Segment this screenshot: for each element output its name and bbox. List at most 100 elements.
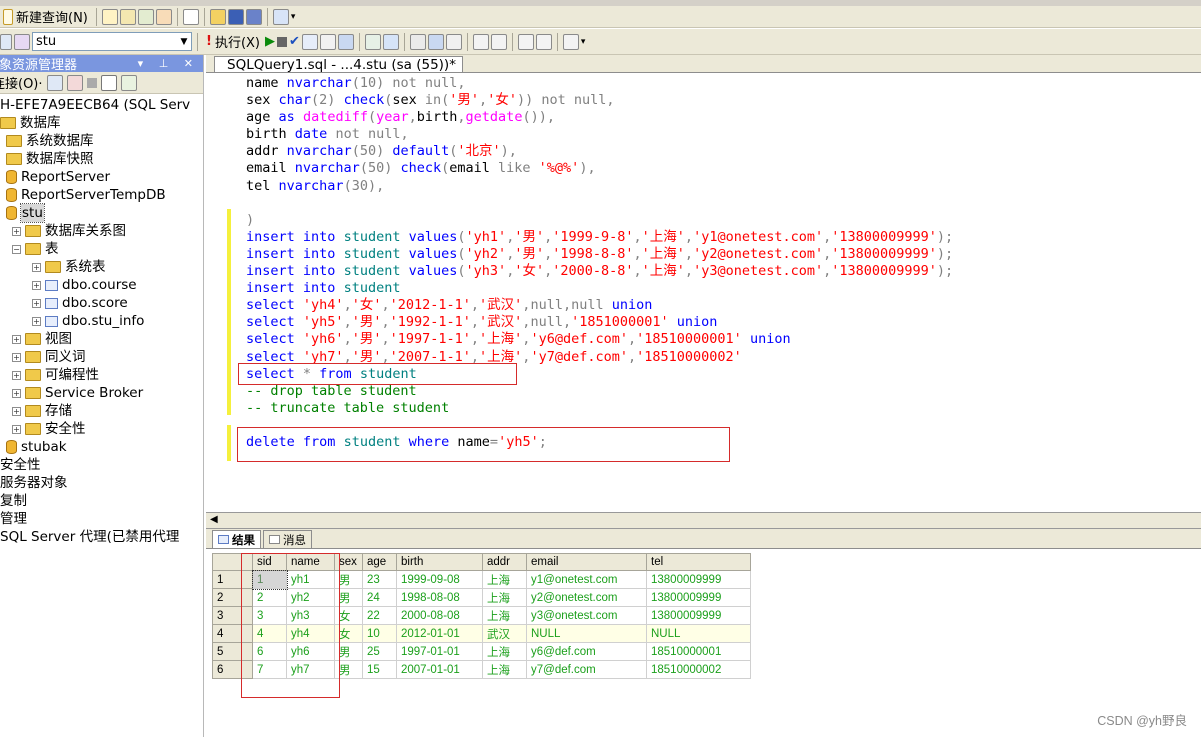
grid-cell[interactable]: 13800009999 bbox=[646, 570, 751, 589]
grid-cell[interactable]: 上海 bbox=[482, 642, 527, 661]
tree-node[interactable]: H-EFE7A9EECB64 (SQL Serv bbox=[0, 96, 190, 114]
tree-node[interactable]: + 可编程性 bbox=[12, 366, 99, 384]
grid-cell[interactable]: 上海 bbox=[482, 606, 527, 625]
tab-results[interactable]: 结果 bbox=[212, 530, 261, 548]
expand-icon[interactable]: + bbox=[12, 352, 21, 362]
tree-node[interactable]: + 视图 bbox=[12, 330, 72, 348]
expand-icon[interactable]: + bbox=[32, 316, 41, 326]
collapse-arrow-icon[interactable]: ◀ bbox=[210, 514, 218, 525]
grid-cell[interactable]: NULL bbox=[646, 624, 751, 643]
filter-icon[interactable] bbox=[100, 74, 117, 91]
results-to-grid-icon[interactable] bbox=[337, 33, 354, 50]
tree-node[interactable]: SQL Server 代理(已禁用代理 bbox=[0, 528, 179, 546]
grid-cell[interactable]: y6@def.com bbox=[526, 642, 647, 661]
tree-node[interactable]: + 安全性 bbox=[12, 420, 86, 438]
tree-node[interactable]: 复制 bbox=[0, 492, 27, 510]
decrease-indent-icon[interactable] bbox=[517, 33, 534, 50]
grid-cell[interactable]: y1@onetest.com bbox=[526, 570, 647, 589]
column-header-birth[interactable]: birth bbox=[396, 553, 483, 571]
database-engine-query-icon[interactable] bbox=[101, 8, 118, 25]
include-plan-icon[interactable] bbox=[382, 33, 399, 50]
toolbar-overflow-icon[interactable]: ▾ bbox=[291, 12, 296, 22]
intellisense-icon[interactable] bbox=[364, 33, 381, 50]
tree-node[interactable]: − 表 bbox=[12, 240, 59, 258]
column-header-addr[interactable]: addr bbox=[482, 553, 527, 571]
tab-sqlquery1[interactable]: SQLQuery1.sql - ...4.stu (sa (55))* bbox=[214, 56, 463, 73]
column-header-tel[interactable]: tel bbox=[646, 553, 751, 571]
panel-controls[interactable]: ▾ ⊥ ✕ bbox=[138, 57, 199, 70]
save-icon[interactable] bbox=[227, 8, 244, 25]
tree-node[interactable]: 安全性 bbox=[0, 456, 41, 474]
tree-node[interactable]: + 存储 bbox=[12, 402, 72, 420]
grid-cell[interactable]: 2012-01-01 bbox=[396, 624, 483, 643]
tree-node[interactable]: + dbo.course bbox=[32, 276, 137, 294]
tree-node[interactable]: 管理 bbox=[0, 510, 27, 528]
grid-cell[interactable]: 25 bbox=[362, 642, 397, 661]
connect-icon[interactable] bbox=[0, 33, 12, 50]
new-query-button[interactable]: 新建查询(N) bbox=[0, 7, 91, 27]
grid-cell[interactable]: 13800009999 bbox=[646, 606, 751, 625]
expand-icon[interactable]: + bbox=[12, 334, 21, 344]
uncomment-lines-icon[interactable] bbox=[490, 33, 507, 50]
tree-node[interactable]: stu bbox=[6, 203, 45, 223]
column-header-age[interactable]: age bbox=[362, 553, 397, 571]
grid-cell[interactable]: 1999-09-08 bbox=[396, 570, 483, 589]
tree-node[interactable]: 系统数据库 bbox=[6, 132, 94, 150]
expand-icon[interactable]: + bbox=[12, 424, 21, 434]
grid-cell[interactable]: 18510000001 bbox=[646, 642, 751, 661]
tree-node[interactable]: + dbo.score bbox=[32, 294, 128, 312]
tree-node[interactable]: + dbo.stu_info bbox=[32, 312, 144, 330]
grid-cell[interactable]: 上海 bbox=[482, 588, 527, 607]
grid-cell[interactable]: 10 bbox=[362, 624, 397, 643]
results-grid[interactable]: sid name sex age birth addr email tel 1 1 yh1 男 23 1… bbox=[206, 549, 1201, 737]
grid-cell[interactable]: y2@onetest.com bbox=[526, 588, 647, 607]
expand-icon[interactable]: + bbox=[32, 280, 41, 290]
mdx-query-icon[interactable] bbox=[137, 8, 154, 25]
results-to-file-icon[interactable] bbox=[445, 33, 462, 50]
tree-node[interactable]: 数据库快照 bbox=[6, 150, 94, 168]
grid-cell[interactable]: 武汉 bbox=[482, 624, 527, 643]
dmx-query-icon[interactable] bbox=[155, 8, 172, 25]
disconnect-icon[interactable] bbox=[66, 74, 83, 91]
expand-icon[interactable]: + bbox=[32, 298, 41, 308]
analysis-query-icon[interactable] bbox=[119, 8, 136, 25]
grid-cell[interactable]: y3@onetest.com bbox=[526, 606, 647, 625]
grid-cell[interactable]: y7@def.com bbox=[526, 660, 647, 679]
change-connection-icon[interactable] bbox=[14, 33, 30, 50]
grid-cell[interactable]: 上海 bbox=[482, 660, 527, 679]
tree-node[interactable]: stubak bbox=[6, 438, 67, 456]
refresh-icon[interactable] bbox=[120, 74, 137, 91]
grid-cell[interactable]: 上海 bbox=[482, 570, 527, 589]
tree-node[interactable]: + Service Broker bbox=[12, 384, 143, 402]
specify-values-icon[interactable] bbox=[562, 33, 579, 50]
query-designer-icon[interactable] bbox=[319, 33, 336, 50]
tree-node[interactable]: ReportServer bbox=[6, 168, 110, 186]
grid-cell[interactable]: NULL bbox=[526, 624, 647, 643]
debug-play-icon[interactable]: ▶ bbox=[265, 34, 275, 49]
grid-cell[interactable]: 2007-01-01 bbox=[396, 660, 483, 679]
grid-cell[interactable]: 13800009999 bbox=[646, 588, 751, 607]
toolbar-overflow-icon[interactable]: ▾ bbox=[581, 37, 586, 47]
grid-cell[interactable]: 24 bbox=[362, 588, 397, 607]
stop-icon[interactable] bbox=[86, 77, 97, 88]
results-to-text-icon[interactable] bbox=[427, 33, 444, 50]
collapse-icon[interactable]: − bbox=[12, 244, 21, 254]
open-folder-icon[interactable] bbox=[209, 8, 226, 25]
tree-node[interactable]: 服务器对象 bbox=[0, 474, 68, 492]
display-plan-icon[interactable] bbox=[301, 33, 318, 50]
tree-node[interactable]: ReportServerTempDB bbox=[6, 186, 166, 204]
tree-node[interactable]: + 系统表 bbox=[32, 258, 106, 276]
expand-icon[interactable]: + bbox=[12, 226, 21, 236]
tab-messages[interactable]: 消息 bbox=[263, 530, 312, 548]
activity-monitor-icon[interactable] bbox=[272, 8, 289, 25]
expand-icon[interactable]: + bbox=[12, 406, 21, 416]
save-all-icon[interactable] bbox=[245, 8, 262, 25]
grid-cell[interactable]: 15 bbox=[362, 660, 397, 679]
grid-cell[interactable]: 1998-08-08 bbox=[396, 588, 483, 607]
sql-editor[interactable]: name nvarchar(10) not null, sex char(2) c… bbox=[206, 72, 1201, 512]
expand-icon[interactable]: + bbox=[12, 370, 21, 380]
expand-icon[interactable]: + bbox=[32, 262, 41, 272]
editor-results-splitter[interactable]: ◀ bbox=[206, 512, 1201, 529]
cancel-query-icon[interactable] bbox=[277, 36, 287, 47]
connect-icon[interactable] bbox=[46, 74, 63, 91]
